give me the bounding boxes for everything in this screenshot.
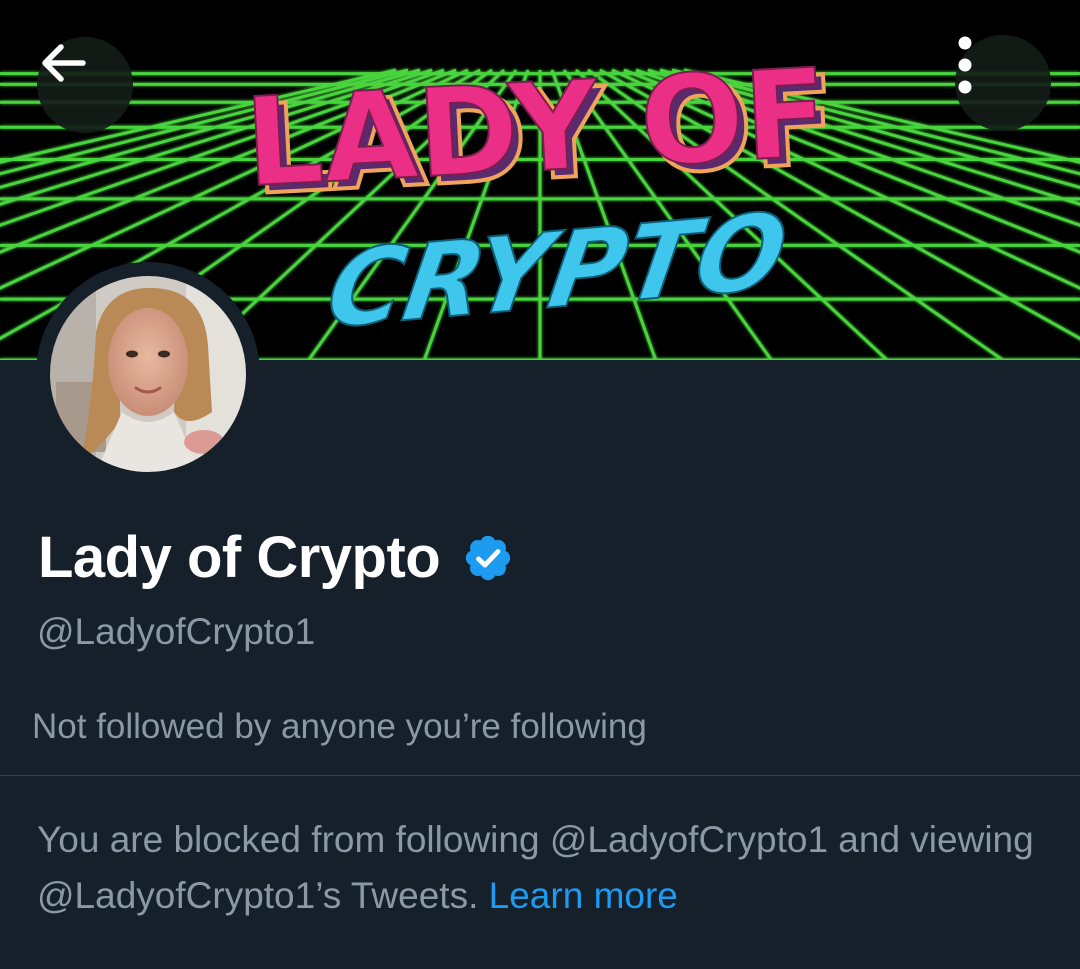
back-button[interactable] <box>37 37 133 133</box>
profile-handle: @LadyofCrypto1 <box>37 611 316 652</box>
avatar-image <box>36 262 260 486</box>
more-vertical-icon <box>958 36 972 94</box>
verified-badge-icon[interactable] <box>462 532 514 584</box>
profile-avatar[interactable] <box>36 262 260 486</box>
divider <box>0 775 1080 776</box>
display-name: Lady of Crypto <box>38 525 441 590</box>
arrow-left-icon <box>42 44 86 82</box>
blocked-notice: You are blocked from following @LadyofCr… <box>37 812 1057 924</box>
learn-more-link[interactable]: Learn more <box>489 875 678 916</box>
profile-page: LADY OF LADY OF CRYPTO Lady of Crypto @L… <box>0 0 1080 969</box>
followed-by-text: Not followed by anyone you’re following <box>32 707 647 746</box>
name-row: Lady of Crypto <box>38 522 514 594</box>
more-options-button[interactable] <box>955 35 1051 131</box>
